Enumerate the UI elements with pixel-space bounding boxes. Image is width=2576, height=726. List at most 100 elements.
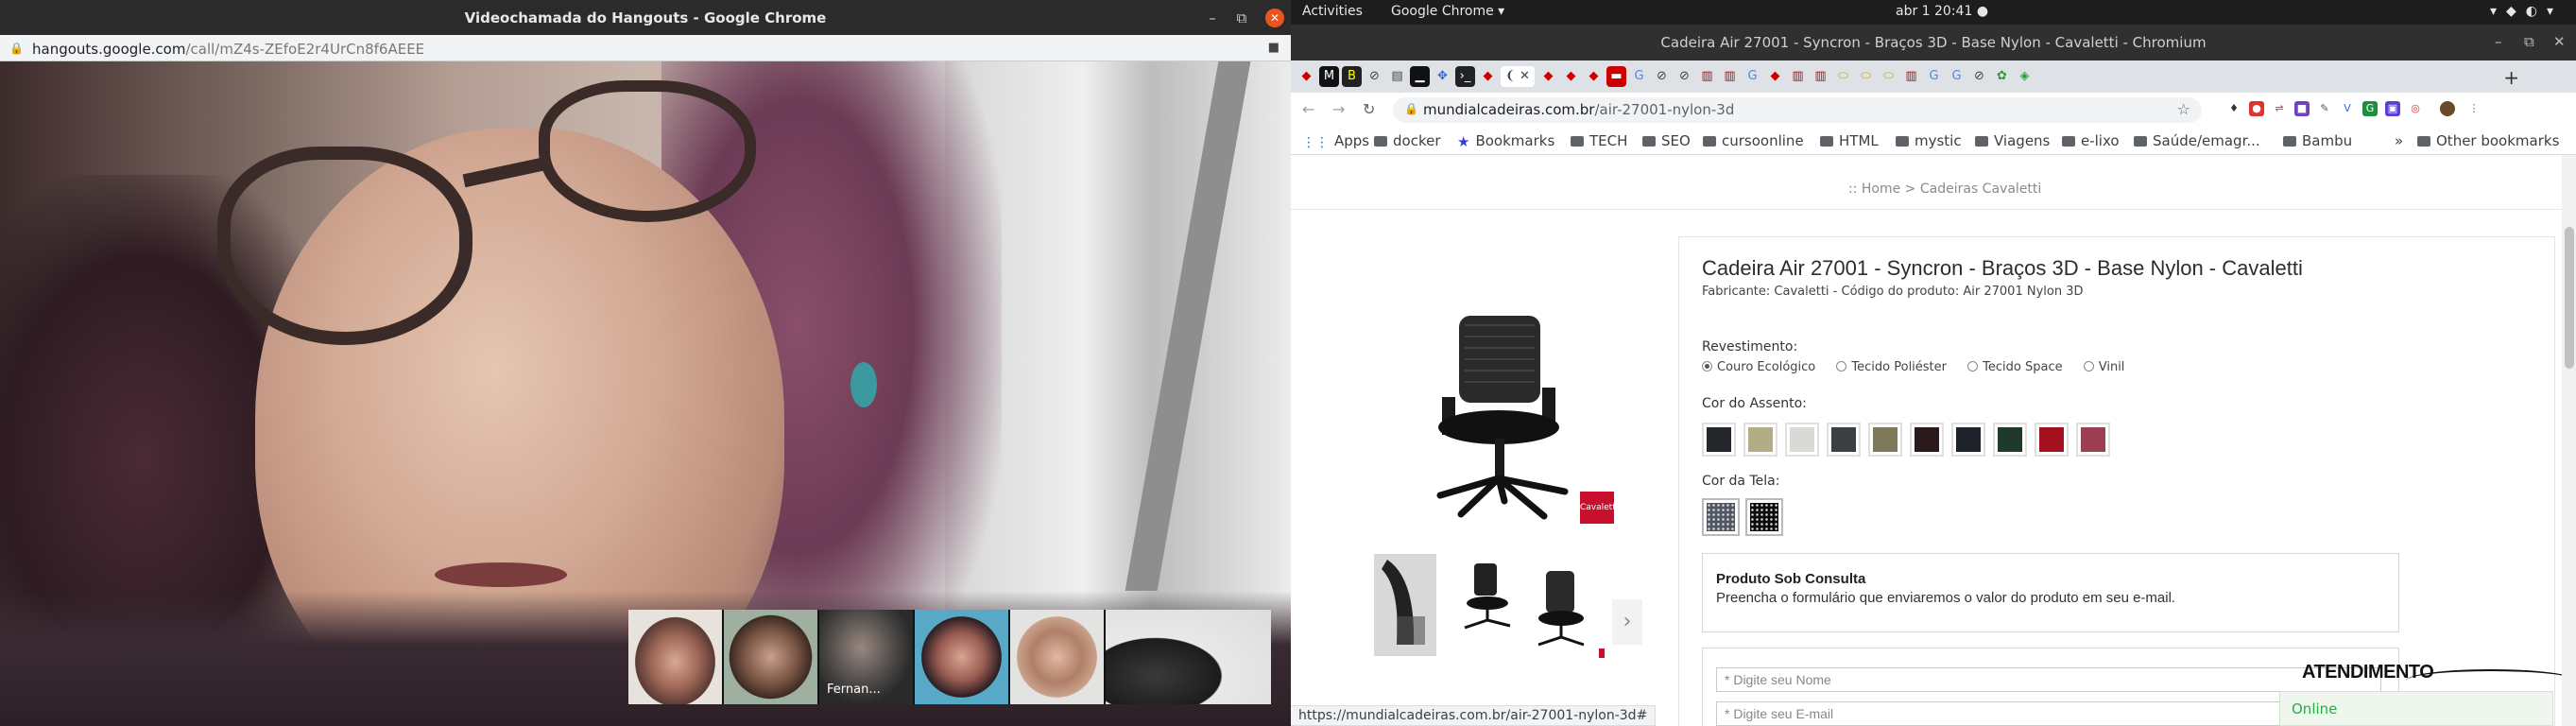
- radio-vinil[interactable]: Vinil: [2083, 360, 2124, 374]
- extension-icon[interactable]: ●: [2249, 101, 2264, 116]
- extension-icon[interactable]: ⇌: [2272, 101, 2287, 116]
- tab-favicon-icon[interactable]: G: [1924, 66, 1944, 87]
- extension-icon[interactable]: G: [2362, 101, 2378, 116]
- tab-favicon-icon[interactable]: ▥: [1811, 66, 1830, 87]
- tab-favicon-icon[interactable]: ▥: [1720, 66, 1740, 87]
- seat-color-swatch[interactable]: [1993, 423, 2027, 457]
- participant-thumb[interactable]: Fernan...: [819, 610, 913, 704]
- lock-icon[interactable]: 🔒: [1404, 102, 1418, 115]
- lock-icon[interactable]: 🔒: [9, 42, 24, 55]
- product-thumb[interactable]: [1533, 550, 1606, 662]
- new-tab-button[interactable]: +: [2503, 66, 2519, 89]
- tab-favicon-icon[interactable]: ◆: [1478, 66, 1498, 87]
- tab-favicon-icon[interactable]: ⬭: [1833, 66, 1853, 87]
- bookmark-apps[interactable]: ⋮⋮ Apps: [1302, 132, 1369, 150]
- tab-favicon-icon[interactable]: ◆: [1561, 66, 1581, 87]
- address-bar[interactable]: 🔒 mundialcadeiras.com.br/air-27001-nylon…: [1393, 97, 2202, 123]
- forward-icon[interactable]: →: [1332, 100, 1345, 118]
- activities-button[interactable]: Activities: [1302, 4, 1363, 19]
- scrollbar-thumb[interactable]: [2565, 227, 2574, 369]
- chevron-right-icon[interactable]: ›: [1612, 599, 1642, 645]
- seat-color-swatch[interactable]: [1827, 423, 1861, 457]
- tab-favicon-icon[interactable]: M: [1319, 66, 1339, 87]
- tab-favicon-icon[interactable]: ◆: [1297, 66, 1316, 87]
- tab-favicon-icon[interactable]: G: [1629, 66, 1649, 87]
- seat-color-swatch[interactable]: [1910, 423, 1944, 457]
- screen-color-swatch[interactable]: [1745, 498, 1783, 536]
- camera-icon[interactable]: ■: [1268, 41, 1279, 55]
- extension-icon[interactable]: ♦: [2226, 101, 2241, 116]
- tab-favicon-icon[interactable]: ◆: [1538, 66, 1558, 87]
- menu-icon[interactable]: ⋮: [2466, 101, 2482, 116]
- seat-color-swatch[interactable]: [1743, 423, 1777, 457]
- tab-favicon-icon[interactable]: ▁: [1410, 66, 1430, 87]
- tab-favicon-icon[interactable]: ◆: [1584, 66, 1604, 87]
- participant-thumb[interactable]: [1010, 610, 1104, 704]
- tab-favicon-icon[interactable]: G: [1947, 66, 1966, 87]
- product-image[interactable]: [1423, 306, 1593, 524]
- extension-icon[interactable]: ◎: [2408, 101, 2423, 116]
- minimize-icon[interactable]: –: [2495, 33, 2502, 50]
- reload-icon[interactable]: ↻: [1363, 100, 1375, 118]
- main-video[interactable]: Fernan...: [0, 61, 1291, 726]
- bookmark-folder[interactable]: Saúde/emagr...: [2134, 132, 2260, 149]
- radio-tecido-space[interactable]: Tecido Space: [1967, 360, 2063, 374]
- bookmark-folder[interactable]: HTML: [1820, 132, 1879, 149]
- extension-icon[interactable]: ▣: [2385, 101, 2400, 116]
- seat-color-swatch[interactable]: [2035, 423, 2069, 457]
- bookmark-folder[interactable]: SEO: [1642, 132, 1691, 149]
- avatar[interactable]: [2440, 101, 2455, 116]
- close-icon[interactable]: ✕: [2553, 33, 2566, 50]
- tab-favicon-icon[interactable]: B: [1342, 66, 1362, 87]
- radio-tecido-poliester[interactable]: Tecido Poliéster: [1836, 360, 1947, 374]
- tab-favicon-icon[interactable]: ✥: [1433, 66, 1452, 87]
- tab-favicon-icon[interactable]: ⬭: [1879, 66, 1898, 87]
- clock[interactable]: abr 1 20:41 ●: [1896, 4, 1988, 19]
- tab-favicon-icon[interactable]: ▥: [1901, 66, 1921, 87]
- address-url[interactable]: mundialcadeiras.com.br/air-27001-nylon-3…: [1423, 101, 1734, 118]
- seat-color-swatch[interactable]: [1868, 423, 1902, 457]
- bookmark-folder[interactable]: docker: [1374, 132, 1441, 149]
- bookmark-folder[interactable]: Bambu: [2283, 132, 2352, 149]
- tab-favicon-icon[interactable]: ⊘: [1652, 66, 1672, 87]
- tab-favicon-icon[interactable]: ◈: [2015, 66, 2035, 87]
- tab-favicon-icon[interactable]: ▬: [1606, 66, 1626, 87]
- tab-favicon-icon[interactable]: ◆: [1765, 66, 1785, 87]
- back-icon[interactable]: ←: [1302, 100, 1314, 118]
- breadcrumb[interactable]: :: Home > Cadeiras Cavaletti: [1848, 182, 2041, 197]
- bookmark-folder[interactable]: mystic: [1896, 132, 1962, 149]
- tab-favicon-icon[interactable]: ✿: [1992, 66, 2012, 87]
- participant-thumb[interactable]: [628, 610, 722, 704]
- tab-active[interactable]: ❨ ✕: [1501, 66, 1535, 87]
- tab-favicon-icon[interactable]: ⬭: [1856, 66, 1876, 87]
- screen-color-swatch[interactable]: [1702, 498, 1740, 536]
- tab-favicon-icon[interactable]: ▤: [1387, 66, 1407, 87]
- bookmark-star-icon[interactable]: ☆: [2177, 100, 2190, 118]
- extension-icon[interactable]: ✎: [2317, 101, 2332, 116]
- bookmark-folder[interactable]: e-lixo: [2062, 132, 2120, 149]
- page-scrollbar[interactable]: [2562, 155, 2576, 726]
- seat-color-swatch[interactable]: [1702, 423, 1736, 457]
- seat-color-swatch[interactable]: [1785, 423, 1819, 457]
- bookmark-other[interactable]: Other bookmarks: [2417, 132, 2559, 149]
- tab-favicon-icon[interactable]: ▥: [1788, 66, 1808, 87]
- seat-color-swatch[interactable]: [1951, 423, 1985, 457]
- product-thumb[interactable]: [1368, 550, 1442, 662]
- maximize-icon[interactable]: ⧉: [2524, 33, 2534, 50]
- maximize-icon[interactable]: ⧉: [1232, 9, 1251, 27]
- chat-status-bar[interactable]: Online: [2279, 691, 2553, 726]
- app-menu[interactable]: Google Chrome ▾: [1391, 4, 1504, 19]
- participant-thumb[interactable]: [915, 610, 1008, 704]
- radio-couro-ecologico[interactable]: Couro Ecológico: [1702, 360, 1815, 374]
- tab-favicon-icon[interactable]: G: [1743, 66, 1762, 87]
- bookmark-folder[interactable]: Viagens: [1975, 132, 2050, 149]
- bookmark-folder[interactable]: cursoonline: [1703, 132, 1804, 149]
- bookmark-folder[interactable]: TECH: [1571, 132, 1627, 149]
- participant-thumb[interactable]: [1106, 610, 1271, 704]
- product-thumb[interactable]: [1451, 550, 1525, 662]
- seat-color-swatch[interactable]: [2076, 423, 2110, 457]
- name-field[interactable]: * Digite seu Nome: [1716, 667, 2381, 692]
- tab-favicon-icon[interactable]: ›_: [1455, 66, 1475, 87]
- tab-favicon-icon[interactable]: ⊘: [1674, 66, 1694, 87]
- close-icon[interactable]: ✕: [1265, 9, 1284, 27]
